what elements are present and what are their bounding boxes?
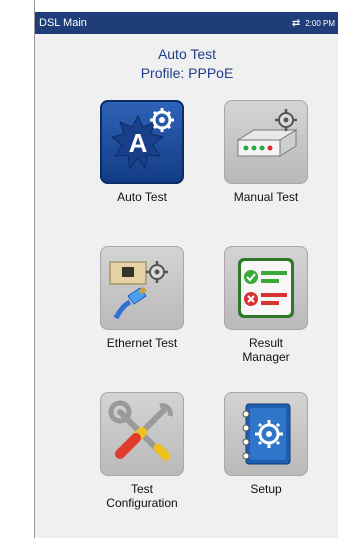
config-label-line2: Configuration: [106, 496, 178, 510]
network-arrows-icon: ⇄: [291, 17, 301, 29]
setup-label: Setup: [250, 482, 282, 496]
status-right: ⇄ 2:00 PM: [292, 18, 335, 29]
status-title: DSL Main: [39, 17, 87, 29]
auto-test-label: Auto Test: [117, 190, 167, 204]
svg-text:A: A: [129, 128, 148, 158]
ethernet-cable-icon: [100, 246, 184, 330]
ethernet-test-tile[interactable]: Ethernet Test: [97, 246, 187, 350]
result-manager-label: Result Manager: [221, 336, 311, 364]
app-frame: DSL Main ⇄ 2:00 PM Auto Test Profile: PP…: [34, 0, 338, 538]
result-manager-icon: [224, 246, 308, 330]
status-time: 2:00 PM: [305, 18, 335, 28]
result-label-line1: Result: [248, 336, 283, 350]
modem-gear-icon: [224, 100, 308, 184]
auto-test-icon: A: [100, 100, 184, 184]
setup-tile[interactable]: Setup: [221, 392, 311, 496]
tools-icon: [100, 392, 184, 476]
status-bar: DSL Main ⇄ 2:00 PM: [35, 12, 338, 34]
ethernet-test-label: Ethernet Test: [106, 336, 178, 350]
page-title: Auto Test: [157, 46, 217, 62]
manual-test-tile[interactable]: Manual Test: [221, 100, 311, 204]
manual-test-label: Manual Test: [233, 190, 299, 204]
setup-notebook-icon: [224, 392, 308, 476]
result-label-line2: Manager: [242, 350, 290, 364]
profile-label: Profile: PPPoE: [140, 65, 234, 81]
main-content: Auto Test Profile: PPPoE A Auto Test Man…: [35, 34, 338, 538]
auto-test-tile[interactable]: A Auto Test: [97, 100, 187, 204]
config-label-line1: Test: [130, 482, 153, 496]
result-manager-tile[interactable]: Result Manager: [221, 246, 311, 364]
test-configuration-label: Test Configuration: [97, 482, 187, 510]
test-configuration-tile[interactable]: Test Configuration: [97, 392, 187, 510]
